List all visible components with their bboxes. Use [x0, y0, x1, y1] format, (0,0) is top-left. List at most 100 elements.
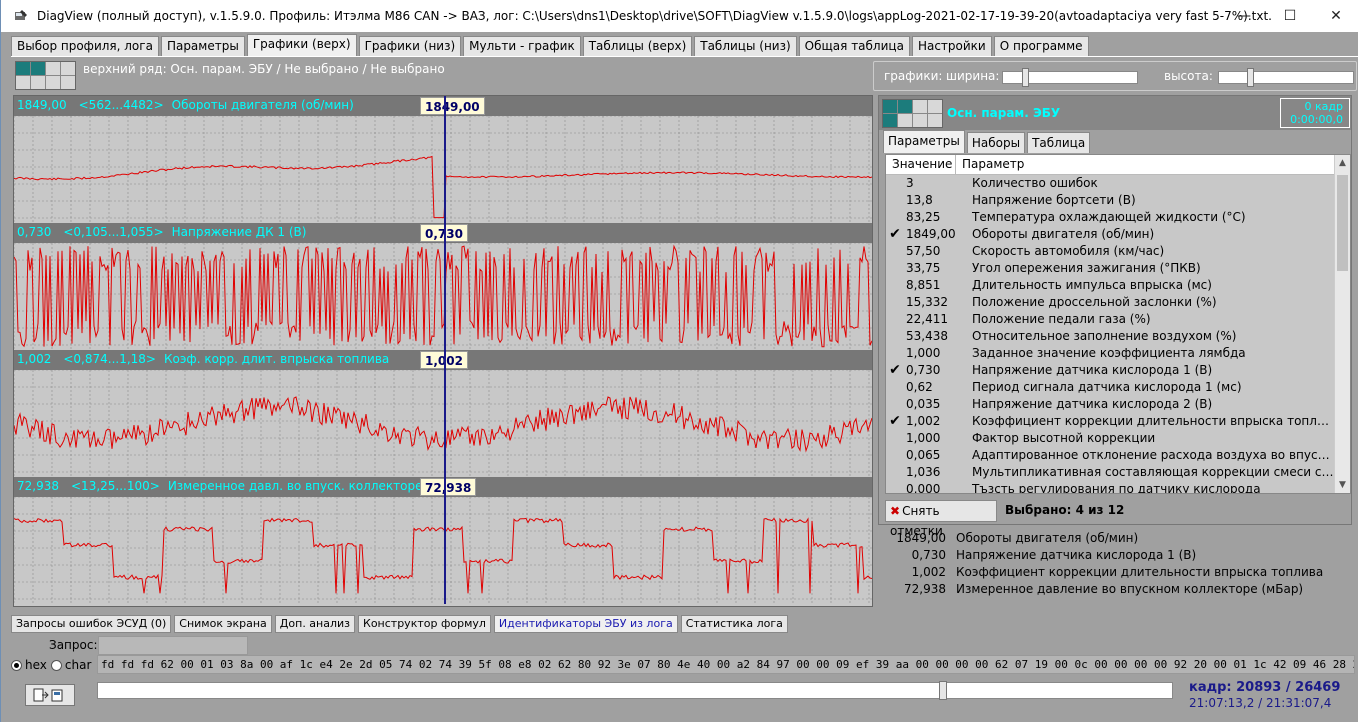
- bottom-tab-4[interactable]: Идентификаторы ЭБУ из лога: [493, 615, 678, 633]
- row-checkbox[interactable]: [886, 345, 904, 362]
- char-radio-label: char: [64, 658, 92, 672]
- table-row[interactable]: 1,036 Мультипликативная составляющая корр…: [886, 464, 1350, 481]
- row-name: Количество ошибок: [972, 176, 1098, 190]
- chart-plot[interactable]: [13, 242, 873, 350]
- clear-marks-button[interactable]: ✖ Снять отметки: [885, 500, 997, 538]
- chart-0[interactable]: 1849,00 <562...4482> Обороты двигателя (об…: [13, 96, 873, 223]
- table-row[interactable]: 1,000 Заданное значение коэффициента лямб…: [886, 345, 1350, 362]
- row-checkbox[interactable]: [886, 464, 904, 481]
- export-button[interactable]: [25, 684, 75, 706]
- table-row[interactable]: 57,50 Скорость автомобиля (км/час): [886, 243, 1350, 260]
- row-checkbox[interactable]: [886, 328, 904, 345]
- parameters-header: Осн. парам. ЭБУ 0 кадр 0:00:00,0: [879, 96, 1351, 130]
- table-row[interactable]: 0,065 Адаптированное отклонение расхода в…: [886, 447, 1350, 464]
- row-checkbox[interactable]: [886, 311, 904, 328]
- tab-6[interactable]: Таблицы (низ): [694, 36, 797, 56]
- hex-radio[interactable]: [11, 659, 22, 671]
- charts-panel[interactable]: 1849,00 <562...4482> Обороты двигателя (об…: [13, 95, 873, 607]
- row-checkbox[interactable]: [886, 175, 904, 192]
- chart-plot[interactable]: [13, 115, 873, 223]
- row-value: 3: [906, 176, 914, 190]
- subtab-1[interactable]: Наборы: [966, 132, 1026, 153]
- chart-title: Коэф. корр. длит. впрыска топлива: [163, 352, 390, 366]
- layout-grid-icon[interactable]: [15, 61, 76, 90]
- row-checkbox[interactable]: [886, 396, 904, 413]
- table-row[interactable]: 22,411 Положение педали газа (%): [886, 311, 1350, 328]
- bottom-tab-0[interactable]: Запросы ошибок ЭСУД (0): [11, 615, 172, 633]
- table-row[interactable]: 15,332 Положение дроссельной заслонки (%): [886, 294, 1350, 311]
- minimize-button[interactable]: —: [1221, 0, 1267, 32]
- chart-plot[interactable]: [13, 496, 873, 604]
- row-checkbox[interactable]: [886, 243, 904, 260]
- row-checkbox[interactable]: [886, 379, 904, 396]
- top-row-bar: верхний ряд: Осн. парам. ЭБУ / Не выбран…: [11, 56, 1361, 94]
- tab-7[interactable]: Общая таблица: [798, 36, 910, 56]
- tab-2[interactable]: Графики (верх): [246, 34, 357, 56]
- table-row[interactable]: ✔ 1,002 Коэффициент коррекции длительности…: [886, 413, 1350, 430]
- row-checkbox[interactable]: [886, 192, 904, 209]
- bottom-tab-1[interactable]: Снимок экрана: [174, 615, 272, 633]
- row-checkbox[interactable]: [886, 447, 904, 464]
- table-header: Значение Параметр: [886, 155, 1350, 175]
- tab-0[interactable]: Выбор профиля, лога: [11, 36, 159, 56]
- checkmark-icon[interactable]: ✔: [886, 413, 904, 430]
- table-row[interactable]: 13,8 Напряжение бортсети (В): [886, 192, 1350, 209]
- bottom-tab-3[interactable]: Конструктор формул: [358, 615, 491, 633]
- chart-value: 1849,00: [17, 98, 67, 112]
- table-row[interactable]: 3 Количество ошибок: [886, 175, 1350, 192]
- tab-5[interactable]: Таблицы (верх): [582, 36, 693, 56]
- table-row[interactable]: 0,000 Тъзсть регулирования по датчику кис…: [886, 481, 1350, 493]
- row-checkbox[interactable]: [886, 260, 904, 277]
- col-value-header[interactable]: Значение: [886, 155, 956, 174]
- height-slider[interactable]: [1218, 68, 1354, 87]
- width-slider[interactable]: [1002, 68, 1138, 87]
- char-radio[interactable]: [50, 659, 62, 671]
- scroll-down-icon[interactable]: ▼: [1335, 477, 1350, 493]
- maximize-button[interactable]: ☐: [1267, 0, 1313, 32]
- bottom-tab-5[interactable]: Статистика лога: [680, 615, 788, 633]
- tab-3[interactable]: Графики (низ): [358, 36, 462, 56]
- table-row[interactable]: 0,035 Напряжение датчика кислорода 2 (В): [886, 396, 1350, 413]
- chart-2[interactable]: 1,002 <0,874...1,18> Коэф. корр. длит. впр…: [13, 350, 873, 477]
- checkmark-icon[interactable]: ✔: [886, 226, 904, 243]
- row-checkbox[interactable]: [886, 481, 904, 493]
- bottom-tab-2[interactable]: Доп. анализ: [274, 615, 356, 633]
- row-name: Положение дроссельной заслонки (%): [972, 295, 1217, 309]
- tab-4[interactable]: Мульти - график: [463, 36, 581, 56]
- subtab-2[interactable]: Таблица: [1027, 132, 1091, 153]
- row-checkbox[interactable]: [886, 430, 904, 447]
- checkmark-icon[interactable]: ✔: [886, 362, 904, 379]
- table-row[interactable]: 8,851 Длительность импульса впрыска (мс): [886, 277, 1350, 294]
- timeline-slider[interactable]: [97, 681, 1173, 700]
- chart-title: Обороты двигателя (об/мин): [171, 98, 354, 112]
- time-cursor[interactable]: [444, 96, 446, 604]
- row-checkbox[interactable]: [886, 277, 904, 294]
- table-row[interactable]: 33,75 Угол опережения зажигания (°ПКВ): [886, 260, 1350, 277]
- tab-1[interactable]: Параметры: [160, 36, 245, 56]
- table-scrollbar[interactable]: ▲ ▼: [1334, 155, 1350, 493]
- tab-8[interactable]: Настройки: [911, 36, 992, 56]
- hex-data-field[interactable]: fd fd fd 62 00 01 03 8a 00 af 1c e4 2e 2…: [97, 655, 1355, 674]
- table-row[interactable]: 83,25 Температура охлаждающей жидкости (°…: [886, 209, 1350, 226]
- request-input[interactable]: [98, 636, 248, 655]
- scroll-up-icon[interactable]: ▲: [1335, 155, 1350, 171]
- scrollbar-thumb[interactable]: [1337, 175, 1348, 271]
- table-row[interactable]: 1,000 Фактор высотной коррекции: [886, 430, 1350, 447]
- table-row[interactable]: 0,62 Период сигнала датчика кислорода 1 (…: [886, 379, 1350, 396]
- table-row[interactable]: ✔ 0,730 Напряжение датчика кислорода 1 (В): [886, 362, 1350, 379]
- close-button[interactable]: ✕: [1313, 0, 1359, 32]
- col-param-header[interactable]: Параметр: [956, 155, 1024, 174]
- width-slider-thumb[interactable]: [1022, 68, 1030, 87]
- height-slider-thumb[interactable]: [1247, 68, 1255, 87]
- timeline-thumb[interactable]: [939, 681, 948, 700]
- table-row[interactable]: ✔ 1849,00 Обороты двигателя (об/мин): [886, 226, 1350, 243]
- panel-layout-icon[interactable]: [882, 99, 943, 128]
- row-checkbox[interactable]: [886, 209, 904, 226]
- row-checkbox[interactable]: [886, 294, 904, 311]
- tab-9[interactable]: О программе: [993, 36, 1089, 56]
- subtab-0[interactable]: Параметры: [883, 130, 965, 153]
- table-row[interactable]: 53,438 Относительное заполнение воздухом …: [886, 328, 1350, 345]
- chart-plot[interactable]: [13, 369, 873, 477]
- chart-1[interactable]: 0,730<0,105...1,055>Напряжение ДК 1 (В)0…: [13, 223, 873, 350]
- chart-3[interactable]: 72,938 <13,25...100> Измеренное давл. во в…: [13, 477, 873, 604]
